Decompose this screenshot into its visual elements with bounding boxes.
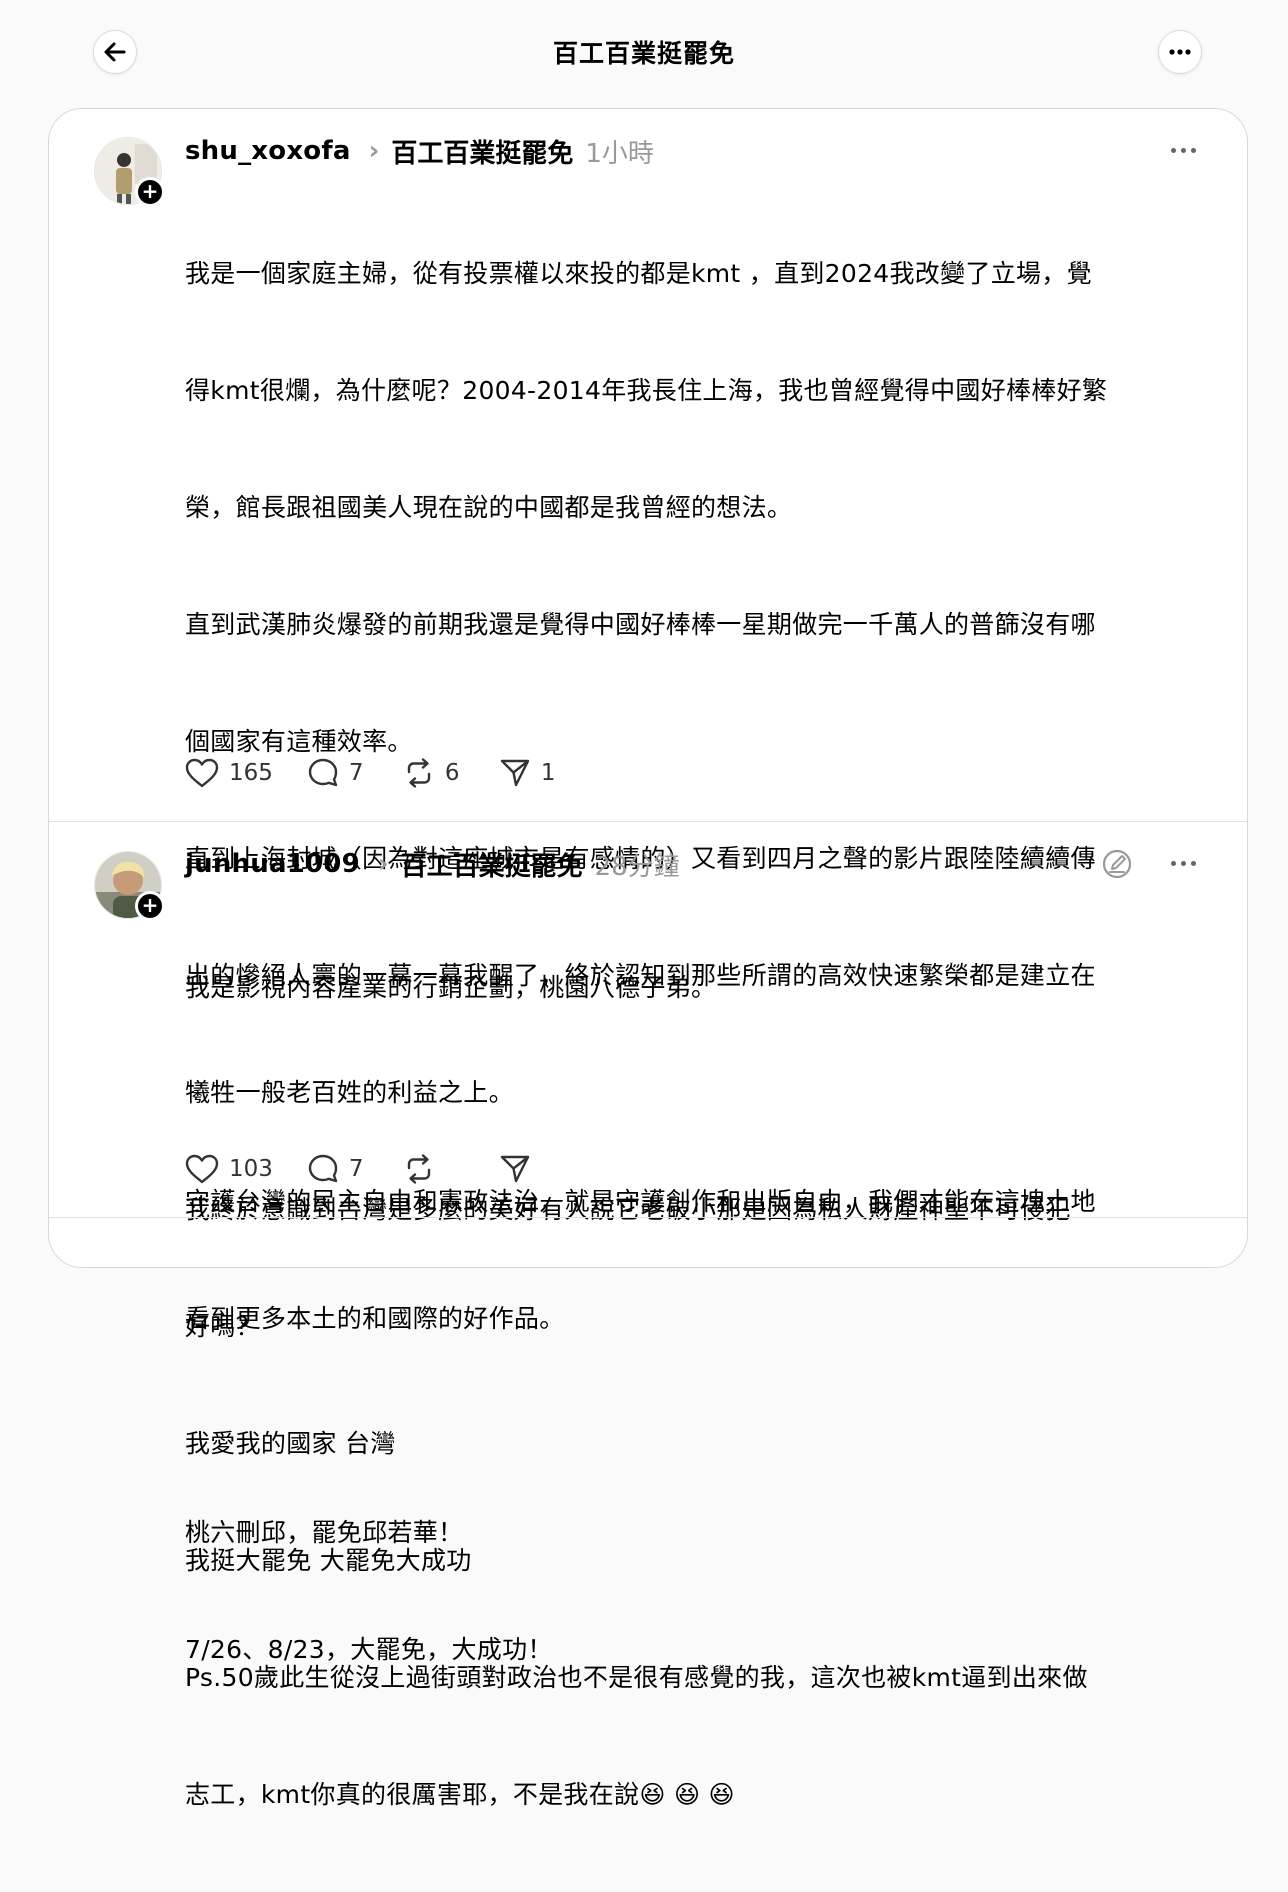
post-header: junhua1009 › 百工百業挺罷免 28分鐘 [185, 846, 680, 882]
text-line: 志工，kmt你真的很厲害耶，不是我在說😆 😆 😆 [185, 1780, 735, 1809]
repost-button[interactable]: 6 [403, 757, 465, 789]
reply-button[interactable]: 7 [307, 757, 369, 789]
community-name[interactable]: 百工百業挺罷免 [391, 133, 573, 170]
repost-count: 6 [444, 760, 460, 786]
post-divider [49, 1217, 1247, 1218]
post-time: 1小時 [585, 138, 654, 169]
share-button[interactable] [499, 1153, 561, 1185]
post: + junhua1009 › 百工百業挺罷免 28分鐘 我是影視內容產業的行銷企… [49, 822, 1247, 1664]
community-name[interactable]: 百工百業挺罷免 [401, 846, 583, 883]
follow-button[interactable]: + [135, 177, 165, 207]
text-line: 我是一個家庭主婦，從有投票權以來投的都是kmt ，直到2024我改變了立場，覺 [185, 259, 1092, 288]
username[interactable]: shu_xoxofa [185, 136, 351, 166]
reply-count: 7 [348, 1156, 364, 1182]
text-line: 榮，館長跟祖國美人現在說的中國都是我曾經的想法。 [185, 493, 793, 522]
send-icon [500, 759, 530, 787]
like-button[interactable]: 103 [185, 1154, 273, 1184]
thread-card: + shu_xoxofa › 百工百業挺罷免 1小時 我是一個家庭主婦，從有投票… [48, 108, 1248, 1809]
share-count: 1 [540, 760, 556, 786]
comment-icon [308, 1154, 338, 1183]
top-bar: 百工百業挺罷免 [0, 0, 1288, 104]
heart-icon [185, 758, 219, 788]
like-count: 103 [229, 1156, 273, 1182]
more-options-button[interactable] [1158, 30, 1202, 74]
share-button[interactable]: 1 [499, 757, 561, 789]
text-line: 7/26、8/23，大罷免，大成功！ [185, 1635, 553, 1664]
edit-icon[interactable] [1101, 848, 1133, 880]
ellipsis-icon [1169, 49, 1191, 55]
repost-button[interactable] [403, 1153, 465, 1185]
text-line: 我是影視內容產業的行銷企劃，桃園八德子弟。 [185, 973, 717, 1002]
text-line: 桃六刪邱，罷免邱若華！ [185, 1518, 464, 1547]
heart-icon [185, 1154, 219, 1184]
repost-icon [407, 1154, 431, 1184]
reply-button[interactable]: 7 [307, 1153, 369, 1185]
post-time: 28分鐘 [594, 851, 680, 882]
username[interactable]: junhua1009 [185, 849, 360, 879]
text-line: 直到武漢肺炎爆發的前期我還是覺得中國好棒棒一星期做完一千萬人的普篩沒有哪 [185, 610, 1096, 639]
text-line: 看到更多本土的和國際的好作品。 [185, 1304, 565, 1333]
chevron-right-icon: › [377, 849, 389, 879]
repost-icon [407, 758, 431, 788]
post-header: shu_xoxofa › 百工百業挺罷免 1小時 [185, 133, 654, 169]
page-title: 百工百業挺罷免 [552, 39, 735, 68]
post-menu-icon[interactable] [1171, 146, 1199, 156]
chevron-right-icon: › [368, 136, 380, 166]
comment-icon [308, 758, 338, 787]
send-icon [500, 1155, 530, 1183]
post-actions: 165 7 6 1 [185, 753, 595, 793]
post-text: 我是影視內容產業的行銷企劃，桃園八德子弟。 守護台灣的民主自由和憲政法治，就是守… [185, 890, 1215, 1747]
reply-count: 7 [348, 760, 364, 786]
follow-button[interactable]: + [135, 891, 165, 921]
like-button[interactable]: 165 [185, 758, 273, 788]
post: + shu_xoxofa › 百工百業挺罷免 1小時 我是一個家庭主婦，從有投票… [49, 109, 1247, 1809]
text-line: 得kmt很爛，為什麼呢？2004-2014年我長住上海，我也曾經覺得中國好棒棒好… [185, 376, 1108, 405]
post-actions: 103 7 [185, 1149, 595, 1189]
like-count: 165 [229, 760, 273, 786]
post-menu-icon[interactable] [1171, 859, 1199, 869]
